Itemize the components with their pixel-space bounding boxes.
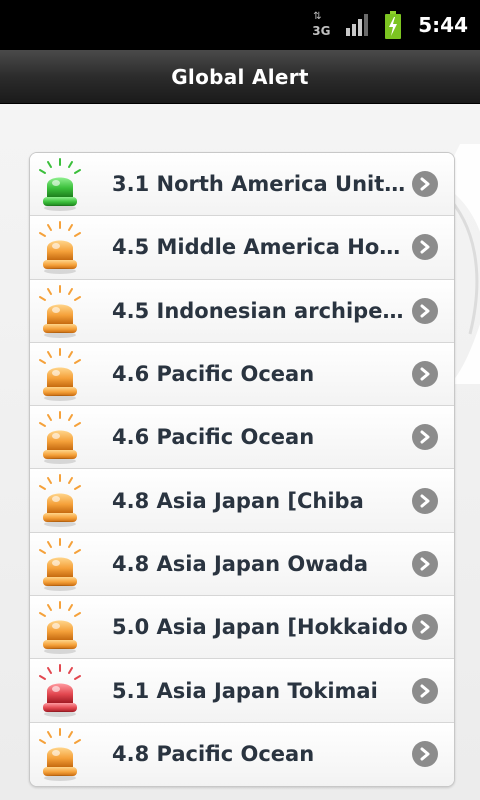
page-title: Global Alert — [171, 64, 309, 89]
alert-row[interactable]: 4.6 Pacific Ocean — [30, 342, 454, 407]
title-bar: Global Alert — [0, 50, 480, 104]
clock: 5:44 — [418, 13, 468, 37]
alert-row[interactable]: 4.5 Indonesian archipelago — [30, 279, 454, 343]
alert-row[interactable]: 4.8 Asia Japan Owada — [30, 532, 454, 597]
alert-label: 5.0 Asia Japan [Hokkaido — [112, 615, 408, 640]
alert-row[interactable]: 3.1 North America United States [Alaska — [30, 153, 454, 217]
alert-label: 4.6 Pacific Ocean — [112, 362, 315, 387]
alert-label: 4.5 Middle America Honduras — [112, 235, 408, 260]
alert-label: 4.8 Asia Japan Owada — [112, 551, 369, 576]
alert-light-icon — [39, 221, 81, 275]
alert-light-icon — [39, 284, 81, 338]
alert-row[interactable]: 5.1 Asia Japan Tokimai — [30, 659, 454, 723]
alert-row[interactable]: 4.5 Middle America Honduras — [30, 216, 454, 280]
data-arrows-icon: ⇅ 3G — [310, 11, 332, 39]
alert-light-icon — [39, 474, 81, 528]
chevron-right-icon[interactable] — [412, 361, 438, 388]
alert-row[interactable]: 4.6 Pacific Ocean — [30, 406, 454, 470]
status-icons: ⇅ 3G 5:44 — [310, 0, 480, 50]
chevron-right-icon[interactable] — [412, 424, 438, 451]
chevron-right-icon[interactable] — [412, 741, 438, 768]
alert-light-icon — [39, 664, 81, 718]
chevron-right-icon[interactable] — [412, 171, 438, 198]
alert-light-icon — [39, 537, 81, 591]
alert-label: 3.1 North America United States [Alaska — [112, 172, 408, 197]
network-type: 3G — [312, 24, 331, 38]
chevron-right-icon[interactable] — [412, 550, 438, 577]
alert-row[interactable]: 4.8 Pacific Ocean — [30, 722, 454, 786]
chevron-right-icon[interactable] — [412, 487, 438, 514]
chevron-right-icon[interactable] — [412, 614, 438, 641]
alert-label: 4.8 Asia Japan [Chiba — [112, 488, 364, 513]
alert-label: 4.8 Pacific Ocean — [112, 742, 315, 767]
status-bar: ⇅ 3G 5:44 — [0, 0, 480, 50]
alert-light-icon — [39, 601, 81, 655]
alert-row[interactable]: 4.8 Asia Japan [Chiba — [30, 469, 454, 533]
chevron-right-icon[interactable] — [412, 677, 438, 704]
chevron-right-icon[interactable] — [412, 234, 438, 261]
alert-row[interactable]: 5.0 Asia Japan [Hokkaido — [30, 596, 454, 660]
data-transfer-arrows: ⇅ — [313, 11, 321, 22]
alert-light-icon — [39, 158, 81, 211]
battery-charging-icon — [385, 11, 402, 39]
signal-icon — [346, 14, 369, 36]
alert-light-icon — [39, 411, 81, 465]
alert-label: 5.1 Asia Japan Tokimai — [112, 678, 378, 703]
alert-light-icon — [39, 347, 81, 401]
alert-list: 3.1 North America United States [Alaska 4… — [29, 152, 455, 787]
alert-label: 4.6 Pacific Ocean — [112, 425, 315, 450]
chevron-right-icon[interactable] — [412, 297, 438, 324]
alert-light-icon — [39, 727, 81, 781]
alert-label: 4.5 Indonesian archipelago — [112, 298, 408, 323]
content-area[interactable]: 3.1 North America United States [Alaska 4… — [0, 104, 480, 800]
